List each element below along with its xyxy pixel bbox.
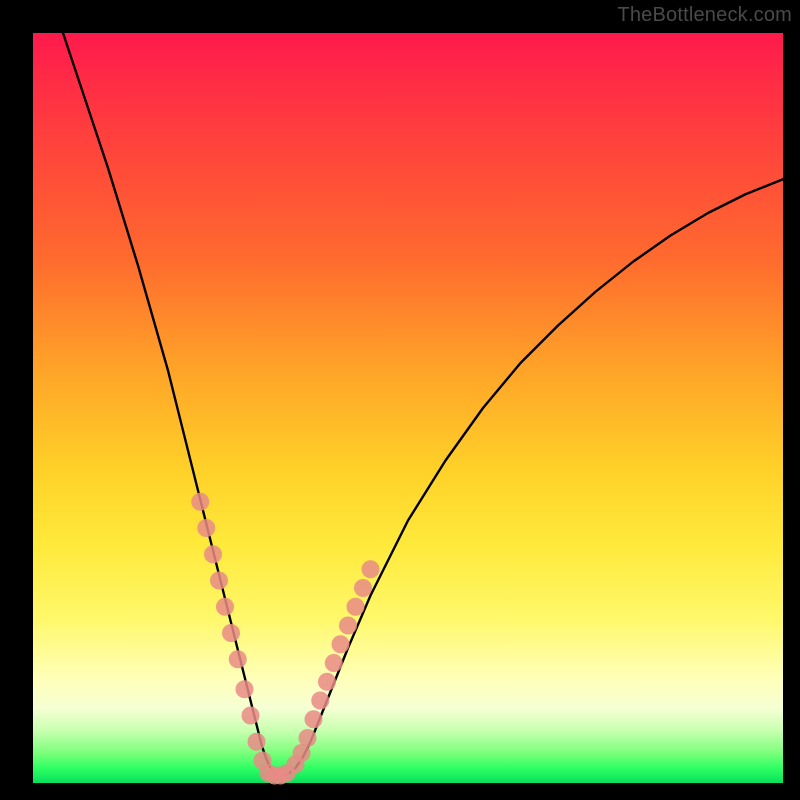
data-point bbox=[222, 624, 240, 642]
data-point bbox=[354, 579, 372, 597]
data-point bbox=[197, 519, 215, 537]
data-point bbox=[210, 572, 228, 590]
data-point bbox=[216, 598, 234, 616]
data-point bbox=[191, 493, 209, 511]
data-point bbox=[278, 764, 296, 782]
data-point bbox=[318, 673, 336, 691]
data-point bbox=[248, 733, 266, 751]
data-point bbox=[299, 729, 317, 747]
bottleneck-curve-path bbox=[63, 33, 783, 776]
data-point bbox=[325, 654, 343, 672]
data-point bbox=[236, 680, 254, 698]
data-point bbox=[311, 692, 329, 710]
watermark-text: TheBottleneck.com bbox=[617, 4, 792, 27]
data-point bbox=[204, 545, 222, 563]
data-point bbox=[362, 560, 380, 578]
data-point bbox=[305, 710, 323, 728]
data-point bbox=[339, 617, 357, 635]
data-point bbox=[229, 650, 247, 668]
chart-svg bbox=[33, 33, 783, 783]
data-point bbox=[242, 707, 260, 725]
data-point bbox=[347, 598, 365, 616]
chart-frame: TheBottleneck.com bbox=[0, 0, 800, 800]
curve-layer bbox=[63, 33, 783, 776]
data-point bbox=[332, 635, 350, 653]
